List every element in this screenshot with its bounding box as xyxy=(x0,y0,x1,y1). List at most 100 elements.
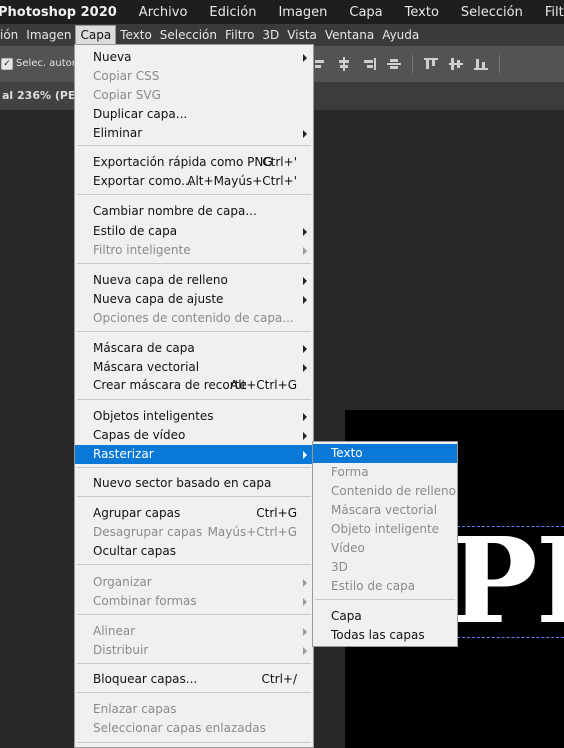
submenu-arrow-icon xyxy=(303,345,307,353)
distribute-bottom-icon[interactable] xyxy=(474,57,488,71)
title-menu-seleccion[interactable]: Selección xyxy=(461,5,523,20)
menu-item-label: Objetos inteligentes xyxy=(93,409,214,423)
menu-item-copiar-svg: Copiar SVG xyxy=(75,86,313,105)
menu-texto[interactable]: Texto xyxy=(116,25,156,45)
menu-item-shortcut: Ctrl+/ xyxy=(261,672,297,686)
align-left-icon[interactable] xyxy=(312,57,326,71)
submenu-arrow-icon xyxy=(303,598,307,606)
submenu-item-todas-las-capas[interactable]: Todas las capas xyxy=(313,626,457,645)
menu-item-cambiar-nombre[interactable]: Cambiar nombre de capa... xyxy=(75,202,313,221)
menu-seleccion[interactable]: Selección xyxy=(156,25,221,45)
submenu-arrow-icon xyxy=(303,54,307,62)
submenu-item-contenido-relleno: Contenido de relleno xyxy=(331,484,456,498)
menu-item-label: Duplicar capa... xyxy=(93,107,188,121)
app-title: Photoshop 2020 xyxy=(0,4,117,20)
menu-item-capas-video[interactable]: Capas de vídeo xyxy=(75,426,313,445)
menu-item-organizar: Organizar xyxy=(75,573,313,592)
submenu-arrow-icon xyxy=(303,432,307,440)
menu-item-shortcut: Mayús+Ctrl+G xyxy=(207,525,297,539)
submenu-item-forma: Forma xyxy=(331,465,369,479)
menu-item-eliminar[interactable]: Eliminar xyxy=(75,124,313,143)
menu-item-label: Copiar SVG xyxy=(93,88,161,102)
menu-item-bloquear-capas[interactable]: Bloquear capas... Ctrl+/ xyxy=(75,670,313,689)
title-menu-texto[interactable]: Texto xyxy=(405,5,439,20)
autoselect-checkbox[interactable]: ✓ xyxy=(1,58,13,70)
menu-imagen[interactable]: Imagen xyxy=(22,25,75,45)
menu-item-label: Copiar CSS xyxy=(93,69,160,83)
menu-item-label: Filtro inteligente xyxy=(93,243,191,257)
menu-item-estilo-de-capa[interactable]: Estilo de capa xyxy=(75,222,313,241)
align-right-icon[interactable] xyxy=(362,57,376,71)
menu-divider xyxy=(77,399,311,400)
menu-edicion[interactable]: ión xyxy=(0,25,22,45)
menu-divider xyxy=(77,496,311,497)
submenu-item-mascara-vectorial: Máscara vectorial xyxy=(331,503,438,517)
menu-divider xyxy=(315,599,455,600)
menu-item-label: Agrupar capas xyxy=(93,506,181,520)
menu-item-label: Cambiar nombre de capa... xyxy=(93,204,257,218)
submenu-item-capa[interactable]: Capa xyxy=(313,607,457,626)
menu-item-alinear: Alinear xyxy=(75,622,313,641)
menu-item-nuevo-sector[interactable]: Nuevo sector basado en capa xyxy=(75,474,313,493)
distribute-top-icon[interactable] xyxy=(424,57,438,71)
align-horizontal-center-icon[interactable] xyxy=(387,57,401,71)
submenu-item-texto[interactable]: Texto xyxy=(313,444,457,463)
menu-filtro[interactable]: Filtro xyxy=(221,25,258,45)
submenu-arrow-icon xyxy=(303,247,307,255)
menu-item-rasterizar[interactable]: Rasterizar xyxy=(75,445,313,464)
toolbar-divider xyxy=(412,55,413,73)
title-menu-edicion[interactable]: Edición xyxy=(209,5,256,20)
title-menu-imagen[interactable]: Imagen xyxy=(278,5,327,20)
menu-divider xyxy=(77,194,311,195)
menu-item-label: Máscara de capa xyxy=(93,341,195,355)
align-tools xyxy=(312,54,511,74)
submenu-arrow-icon xyxy=(303,364,307,372)
title-menu-archivo[interactable]: Archivo xyxy=(139,5,188,20)
menu-divider xyxy=(77,663,311,664)
menu-item-label: Eliminar xyxy=(93,126,143,140)
menu-item-ocultar-capas[interactable]: Ocultar capas xyxy=(75,542,313,561)
menu-divider xyxy=(77,692,311,693)
menu-divider xyxy=(77,614,311,615)
menu-bar: ión Imagen Capa Texto Selección Filtro 3… xyxy=(0,24,564,46)
submenu-arrow-icon xyxy=(303,277,307,285)
menu-item-label: Bloquear capas... xyxy=(93,672,198,686)
menu-item-nueva-capa-ajuste[interactable]: Nueva capa de ajuste xyxy=(75,290,313,309)
menu-item-exportacion-rapida[interactable]: Exportación rápida como PNG Ctrl+' xyxy=(75,153,313,172)
menu-item-mascara-capa[interactable]: Máscara de capa xyxy=(75,339,313,358)
menu-item-mascara-vectorial[interactable]: Máscara vectorial xyxy=(75,358,313,377)
menu-item-mascara-recorte[interactable]: Crear máscara de recorte Alt+Ctrl+G xyxy=(75,376,313,395)
menu-3d[interactable]: 3D xyxy=(258,25,283,45)
menu-item-duplicar-capa[interactable]: Duplicar capa... xyxy=(75,105,313,124)
menu-item-label: Nueva capa de relleno xyxy=(93,273,228,287)
document-tab[interactable]: al 236% (PERL xyxy=(0,82,78,110)
menu-vista[interactable]: Vista xyxy=(283,25,321,45)
menu-item-nueva-capa-relleno[interactable]: Nueva capa de relleno xyxy=(75,271,313,290)
distribute-vertical-center-icon[interactable] xyxy=(449,57,463,71)
align-vertical-center-icon[interactable] xyxy=(337,57,351,71)
menu-divider xyxy=(77,331,311,332)
submenu-item-video: Vídeo xyxy=(331,541,365,555)
menu-item-desagrupar-capas: Desagrupar capas Mayús+Ctrl+G xyxy=(75,523,313,542)
menu-item-label: Organizar xyxy=(93,575,152,589)
title-bar: Photoshop 2020 Archivo Edición Imagen Ca… xyxy=(0,0,564,24)
menu-item-nueva[interactable]: Nueva xyxy=(75,48,313,67)
menu-ventana[interactable]: Ventana xyxy=(321,25,378,45)
menu-item-enlazar-capas: Enlazar capas xyxy=(75,700,313,719)
menu-item-distribuir: Distribuir xyxy=(75,641,313,660)
submenu-arrow-icon xyxy=(303,628,307,636)
canvas-text: PE xyxy=(449,511,564,650)
menu-item-label: Combinar formas xyxy=(93,594,197,608)
menu-item-shortcut: Alt+Mayús+Ctrl+' xyxy=(187,174,297,188)
menu-capa[interactable]: Capa xyxy=(75,25,117,45)
title-menu-capa[interactable]: Capa xyxy=(349,5,382,20)
menu-ayuda[interactable]: Ayuda xyxy=(378,25,423,45)
menu-item-exportar-como[interactable]: Exportar como... Alt+Mayús+Ctrl+' xyxy=(75,172,313,191)
menu-item-shortcut: Ctrl+G xyxy=(256,506,297,520)
menu-item-agrupar-capas[interactable]: Agrupar capas Ctrl+G xyxy=(75,504,313,523)
menu-divider xyxy=(77,742,311,743)
title-menu-filtro[interactable]: Filtro xyxy=(545,5,564,20)
menu-item-label: Exportar como... xyxy=(93,174,193,188)
menu-item-objetos-inteligentes[interactable]: Objetos inteligentes xyxy=(75,407,313,426)
submenu-arrow-icon xyxy=(303,296,307,304)
